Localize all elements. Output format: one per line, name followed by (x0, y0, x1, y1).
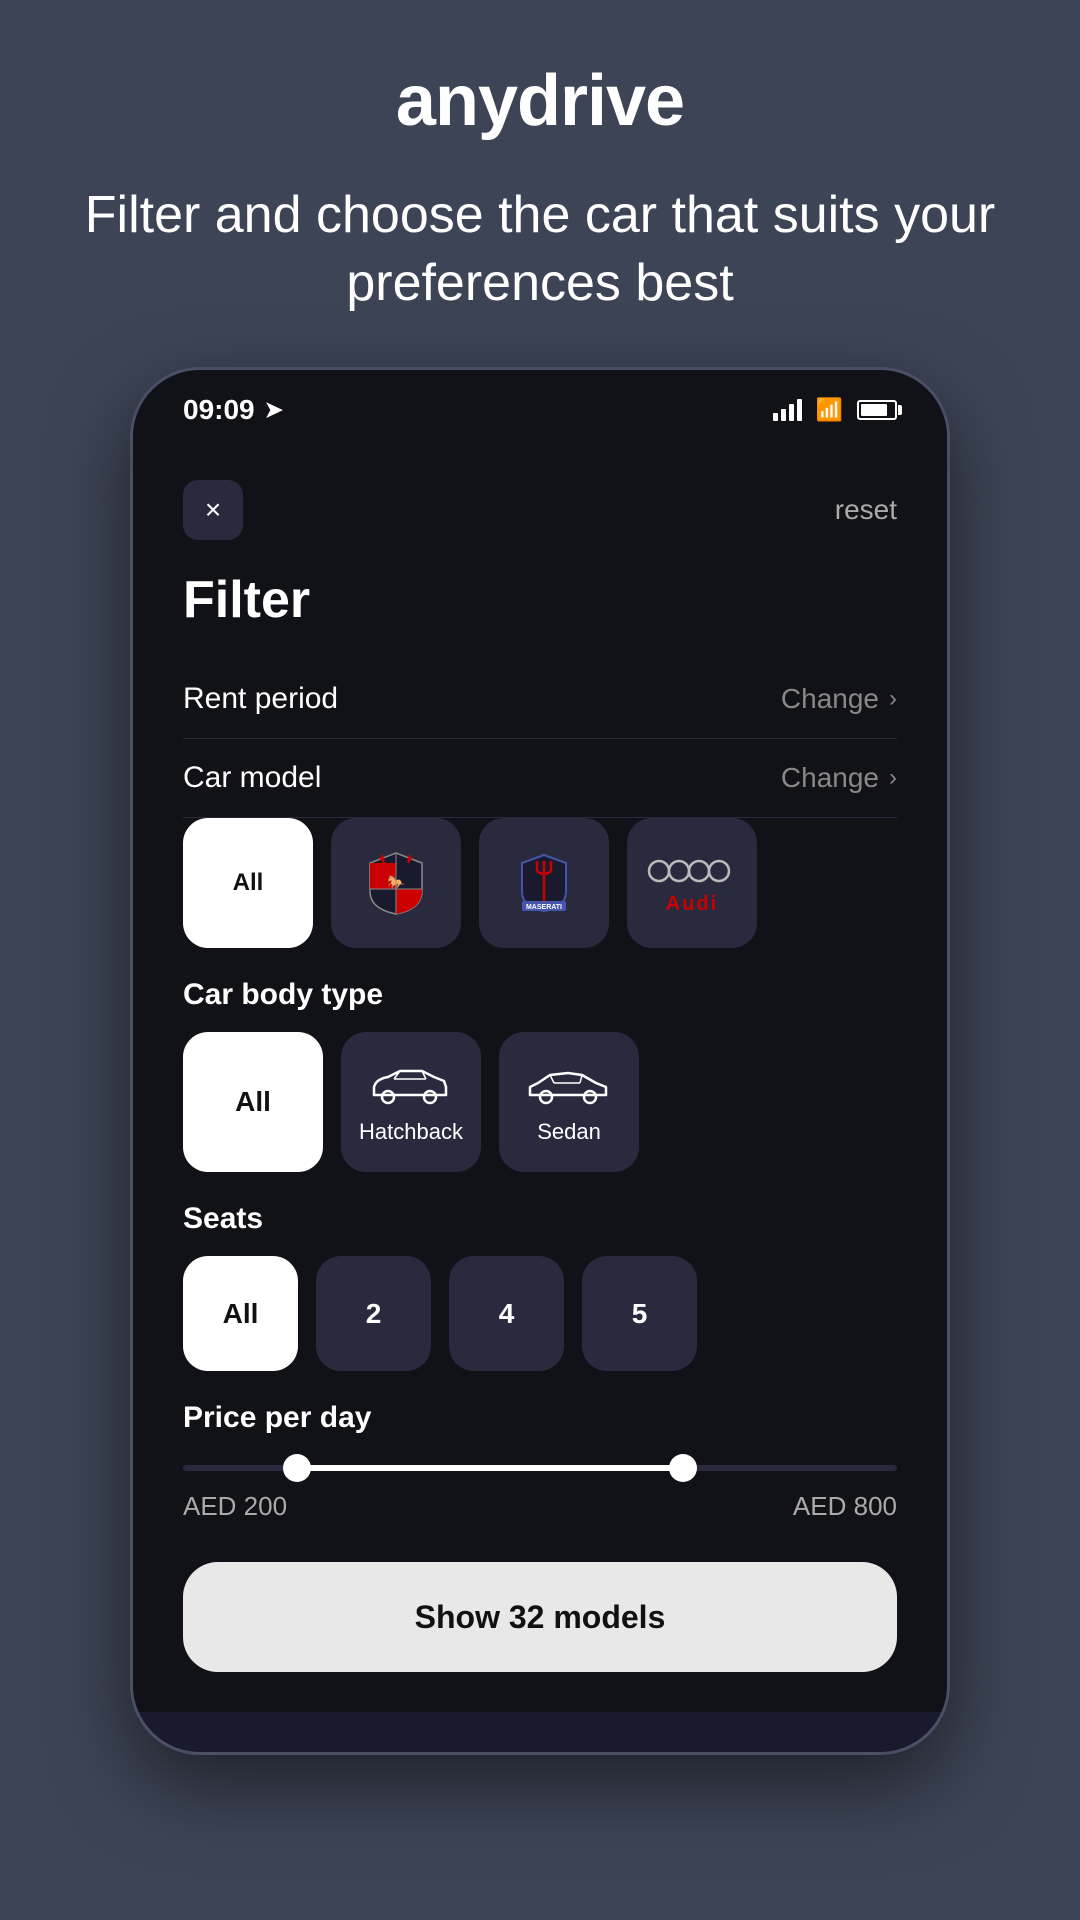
price-labels: AED 200 AED 800 (183, 1491, 897, 1522)
body-type-all-button[interactable]: All (183, 1032, 323, 1172)
seats-row: All 2 4 5 (183, 1256, 897, 1371)
price-slider-max-thumb[interactable] (669, 1454, 697, 1482)
wifi-icon: 📶 (816, 397, 843, 423)
app-subtitle: Filter and choose the car that suits you… (80, 182, 1000, 317)
price-slider-min-thumb[interactable] (283, 1454, 311, 1482)
body-type-hatchback-button[interactable]: Hatchback (341, 1032, 481, 1172)
filter-title: Filter (183, 570, 897, 630)
hatchback-label: Hatchback (359, 1119, 463, 1145)
rent-period-label: Rent period (183, 682, 338, 716)
brand-row: All 🐎 (183, 818, 897, 948)
seats-5-button[interactable]: 5 (582, 1256, 697, 1371)
location-icon: ➤ (265, 397, 283, 423)
phone-side-button-power (947, 650, 950, 780)
battery-icon (857, 400, 897, 420)
brand-audi-button[interactable]: Audi (627, 818, 757, 948)
app-title: anydrive (396, 60, 684, 142)
brand-porsche-button[interactable]: 🐎 (331, 818, 461, 948)
price-section-label: Price per day (183, 1401, 897, 1435)
phone-frame: 09:09 ➤ 📶 × reset Filter (130, 367, 950, 1755)
price-slider[interactable] (183, 1465, 897, 1471)
chevron-right-icon: › (889, 685, 897, 713)
car-model-row[interactable]: Car model Change › (183, 739, 897, 818)
phone-content: × reset Filter Rent period Change › Car … (133, 450, 947, 1712)
svg-text:MASERATI: MASERATI (526, 904, 562, 911)
phone-side-button-top (130, 590, 133, 650)
seats-4-button[interactable]: 4 (449, 1256, 564, 1371)
body-type-sedan-button[interactable]: Sedan (499, 1032, 639, 1172)
close-button[interactable]: × (183, 480, 243, 540)
chevron-right-icon: › (889, 764, 897, 792)
audi-logo-icon: Audi (647, 851, 737, 916)
status-time: 09:09 ➤ (183, 394, 283, 426)
seats-2-button[interactable]: 2 (316, 1256, 431, 1371)
price-max-label: AED 800 (793, 1491, 897, 1522)
car-model-change[interactable]: Change › (781, 762, 897, 794)
signal-icon (773, 399, 802, 421)
sedan-label: Sedan (537, 1119, 601, 1145)
body-type-section-label: Car body type (183, 978, 897, 1012)
car-model-label: Car model (183, 761, 321, 795)
brand-all-button[interactable]: All (183, 818, 313, 948)
maserati-logo-icon: MASERATI (519, 853, 569, 913)
status-bar: 09:09 ➤ 📶 (133, 370, 947, 450)
reset-button[interactable]: reset (835, 494, 897, 526)
rent-period-change[interactable]: Change › (781, 683, 897, 715)
body-type-row: All Hatchback (183, 1032, 897, 1172)
close-icon: × (205, 494, 221, 526)
price-min-label: AED 200 (183, 1491, 287, 1522)
filter-header: × reset (183, 480, 897, 540)
brand-maserati-button[interactable]: MASERATI (479, 818, 609, 948)
phone-side-button-volume (130, 680, 133, 780)
status-icons: 📶 (773, 397, 897, 423)
price-section: Price per day AED 200 AED 800 (183, 1401, 897, 1522)
price-slider-fill (297, 1465, 683, 1471)
seats-all-button[interactable]: All (183, 1256, 298, 1371)
porsche-logo-icon: 🐎 (366, 851, 426, 916)
rent-period-row[interactable]: Rent period Change › (183, 660, 897, 739)
show-models-label: Show 32 models (415, 1599, 666, 1636)
show-models-button[interactable]: Show 32 models (183, 1562, 897, 1672)
seats-section-label: Seats (183, 1202, 897, 1236)
hatchback-car-icon (366, 1059, 456, 1109)
sedan-car-icon (524, 1059, 614, 1109)
